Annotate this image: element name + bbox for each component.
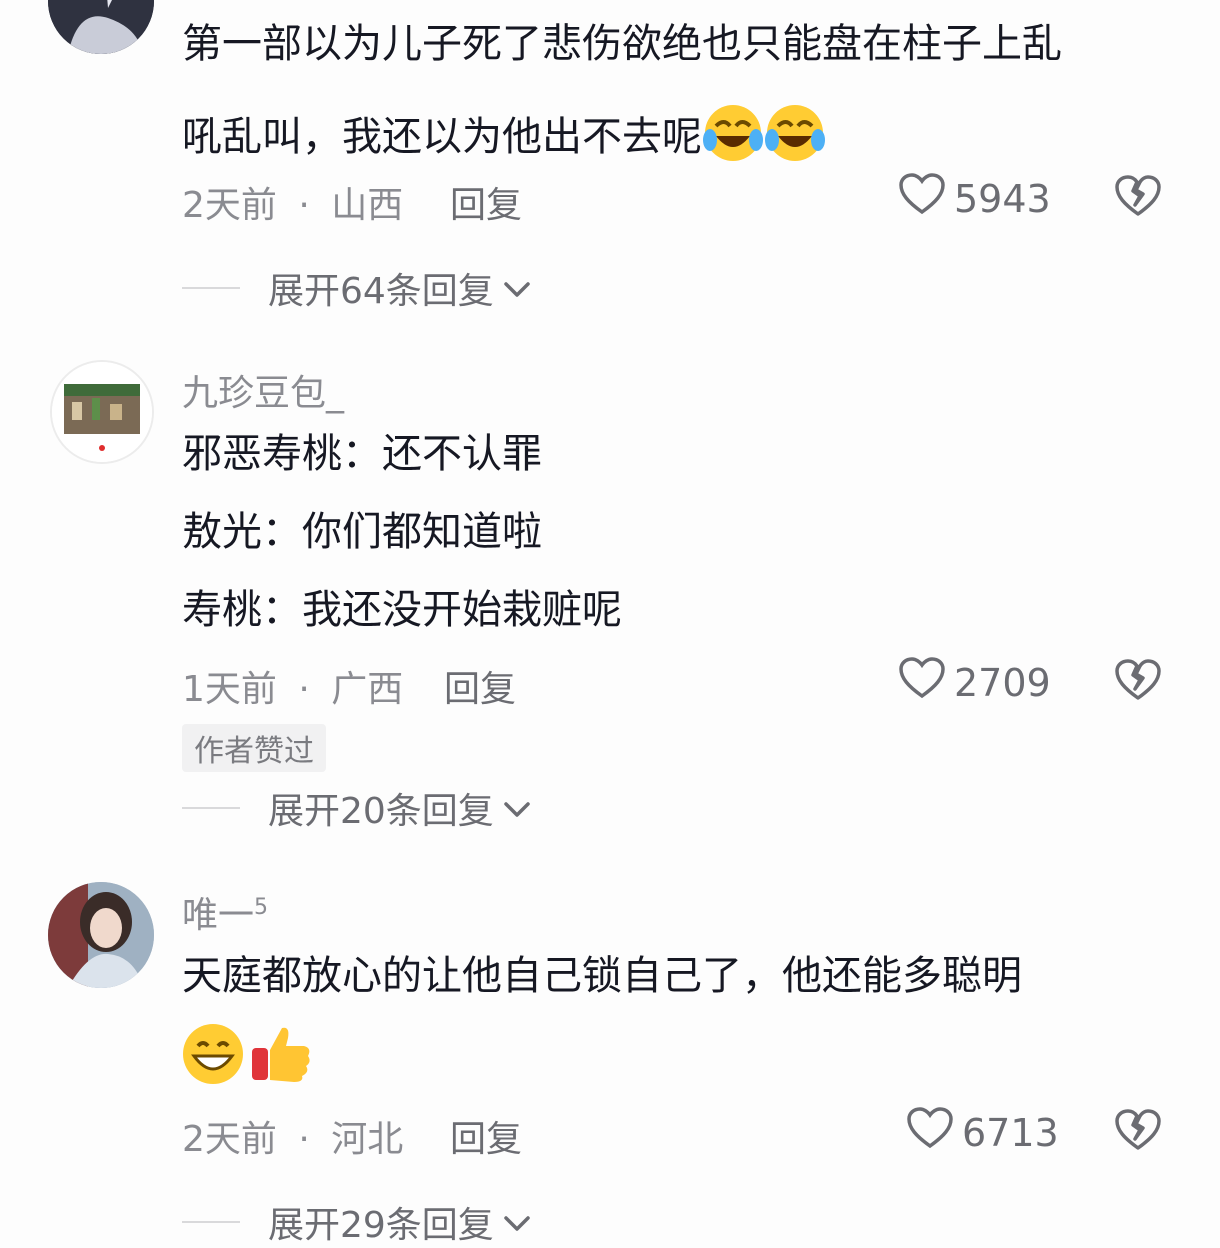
dislike-button[interactable] [1114, 658, 1162, 706]
dislike-button[interactable] [1114, 1108, 1162, 1156]
heart-icon [898, 172, 946, 225]
like-count: 6713 [962, 1110, 1059, 1155]
expand-replies-label: 展开20条回复 [268, 791, 494, 832]
username-superscript: 5 [254, 895, 269, 920]
avatar-image [48, 882, 154, 988]
divider-line [182, 807, 240, 809]
comment-time: 2天前 [182, 185, 277, 226]
comment-emojis [180, 1020, 314, 1090]
comment-meta: 2天前 · 河北 [182, 1110, 403, 1162]
broken-heart-icon [1114, 1109, 1162, 1156]
avatar[interactable] [50, 360, 154, 464]
meta-separator: · [298, 669, 310, 710]
heart-icon [906, 1106, 954, 1159]
meta-separator: · [298, 185, 310, 226]
comment-time: 1天前 [182, 669, 277, 710]
like-count: 2709 [954, 660, 1051, 705]
comment-meta: 1天前 · 广西 [182, 660, 403, 712]
reply-button[interactable]: 回复 [444, 660, 516, 712]
expand-replies-button[interactable]: 展开29条回复 [182, 1196, 532, 1248]
expand-replies-button[interactable]: 展开20条回复 [182, 782, 532, 834]
laughing-crying-emoji [764, 102, 826, 171]
reply-button[interactable]: 回复 [450, 176, 522, 228]
avatar-image [52, 362, 152, 462]
grinning-emoji [180, 1020, 246, 1090]
like-button[interactable]: 2709 [898, 656, 1051, 709]
username[interactable]: 九珍豆包_ [182, 364, 344, 416]
divider-line [182, 1221, 240, 1223]
username-text: 唯一 [182, 895, 255, 936]
comment-text-line: 敖光：你们都知道啦 [182, 509, 542, 555]
comment-location: 河北 [331, 1119, 404, 1160]
avatar-image [48, 0, 154, 54]
meta-separator: · [298, 1119, 310, 1160]
comment-meta: 2天前 · 山西 [182, 176, 403, 228]
comment-text-line: 第一部以为儿子死了悲伤欲绝也只能盘在柱子上乱 [182, 21, 1062, 67]
author-liked-badge: 作者赞过 [182, 724, 326, 772]
comment-text-line: 邪恶寿桃：还不认罪 [182, 431, 542, 477]
chevron-down-icon [502, 788, 532, 829]
like-count: 5943 [954, 176, 1051, 221]
chevron-down-icon [502, 1202, 532, 1243]
chevron-down-icon [502, 268, 532, 309]
broken-heart-icon [1114, 659, 1162, 706]
divider-line [182, 287, 240, 289]
comment-text-line: 天庭都放心的让他自己锁自己了，他还能多聪明 [182, 953, 1022, 999]
like-button[interactable]: 6713 [906, 1106, 1059, 1159]
reply-button[interactable]: 回复 [450, 1110, 522, 1162]
avatar[interactable] [48, 882, 154, 988]
comment-text-line: 寿桃：我还没开始栽赃呢 [182, 587, 622, 633]
comment-time: 2天前 [182, 1119, 277, 1160]
comment-location: 山西 [331, 185, 404, 226]
expand-replies-label: 展开29条回复 [268, 1205, 494, 1246]
thumbs-up-emoji [248, 1020, 314, 1090]
username[interactable]: 唯一5 [182, 886, 268, 938]
comment-location: 广西 [331, 669, 404, 710]
comment-text-line: 吼乱叫，我还以为他出不去呢 [182, 102, 826, 171]
comment-text-segment: 吼乱叫，我还以为他出不去呢 [182, 113, 702, 160]
heart-icon [898, 656, 946, 709]
laughing-crying-emoji [702, 102, 764, 171]
expand-replies-button[interactable]: 展开64条回复 [182, 262, 532, 314]
dislike-button[interactable] [1114, 174, 1162, 222]
broken-heart-icon [1114, 175, 1162, 222]
expand-replies-label: 展开64条回复 [268, 271, 494, 312]
like-button[interactable]: 5943 [898, 172, 1051, 225]
avatar[interactable] [48, 0, 154, 54]
